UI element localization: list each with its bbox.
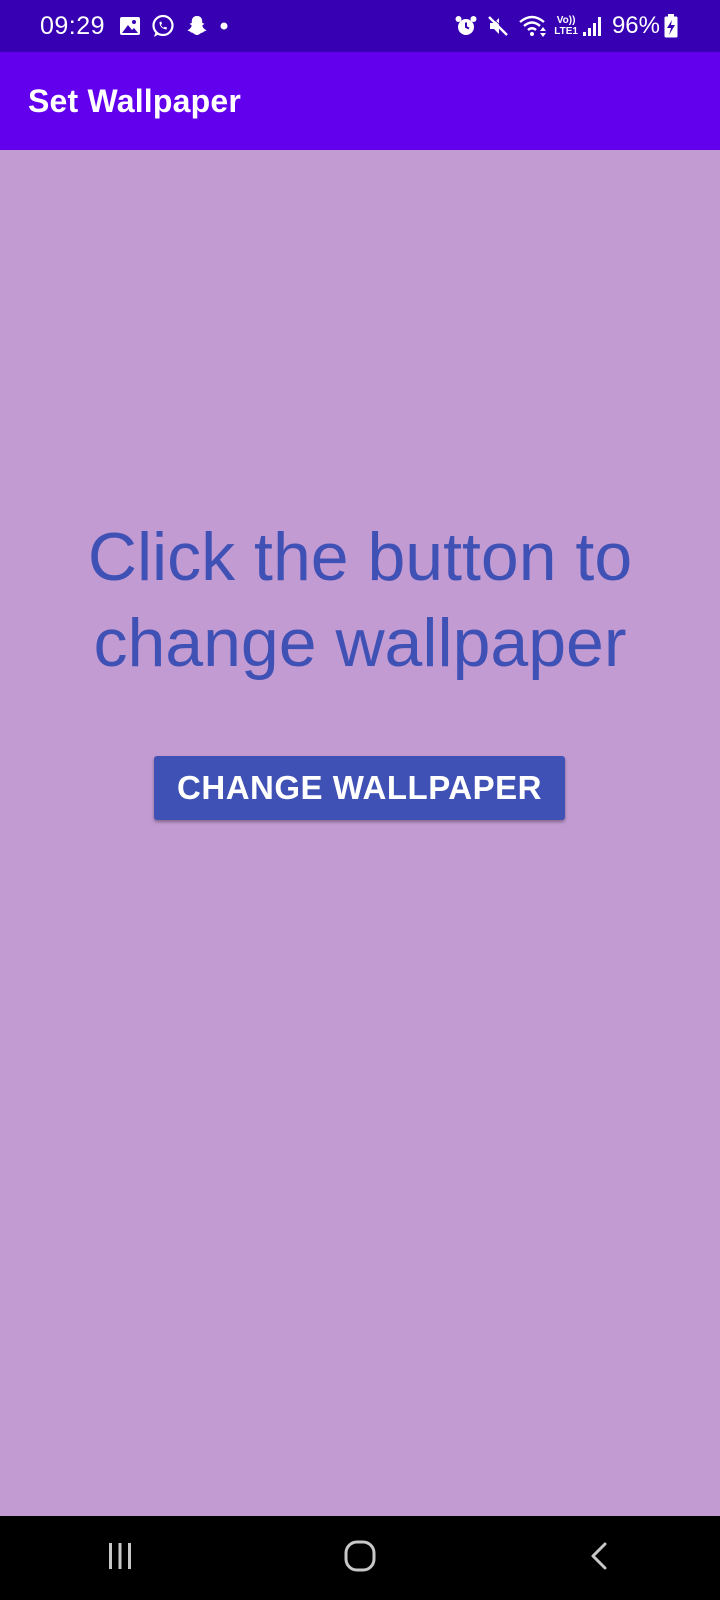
signal-icon [582,15,604,37]
back-button[interactable] [540,1516,660,1600]
prompt-line-1: Click the button to [87,519,633,595]
back-icon [585,1541,615,1576]
recents-icon [105,1541,135,1576]
app-bar: Set Wallpaper [0,52,720,150]
gallery-icon [119,16,141,36]
recents-button[interactable] [60,1516,180,1600]
change-wallpaper-button[interactable]: CHANGE WALLPAPER [154,756,565,820]
status-bar: 09:29 Vo)) LTE1 96% [0,0,720,52]
mute-icon [486,14,510,38]
main-content: Click the button to change wallpaper CHA… [0,150,720,1516]
prompt-text: Click the button to change wallpaper [0,514,720,686]
network-top-label: Vo)) [556,15,576,26]
app-title: Set Wallpaper [28,82,242,119]
wifi-icon [518,14,547,38]
snapchat-icon [185,14,209,38]
home-icon [343,1539,377,1578]
status-left: 09:29 [40,12,239,41]
alarm-icon [454,14,478,38]
home-button[interactable] [300,1516,420,1600]
network-type-label: Vo)) LTE1 [554,15,578,37]
dot-icon [219,21,229,31]
whatsapp-icon [151,14,175,38]
status-right: Vo)) LTE1 96% [454,12,686,40]
battery-charging-icon [664,14,678,38]
network-bottom-label: LTE1 [554,26,578,37]
prompt-line-2: change wallpaper [93,605,627,681]
battery-percent: 96% [611,12,660,39]
navigation-bar [0,1516,720,1600]
status-time: 09:29 [40,11,106,40]
